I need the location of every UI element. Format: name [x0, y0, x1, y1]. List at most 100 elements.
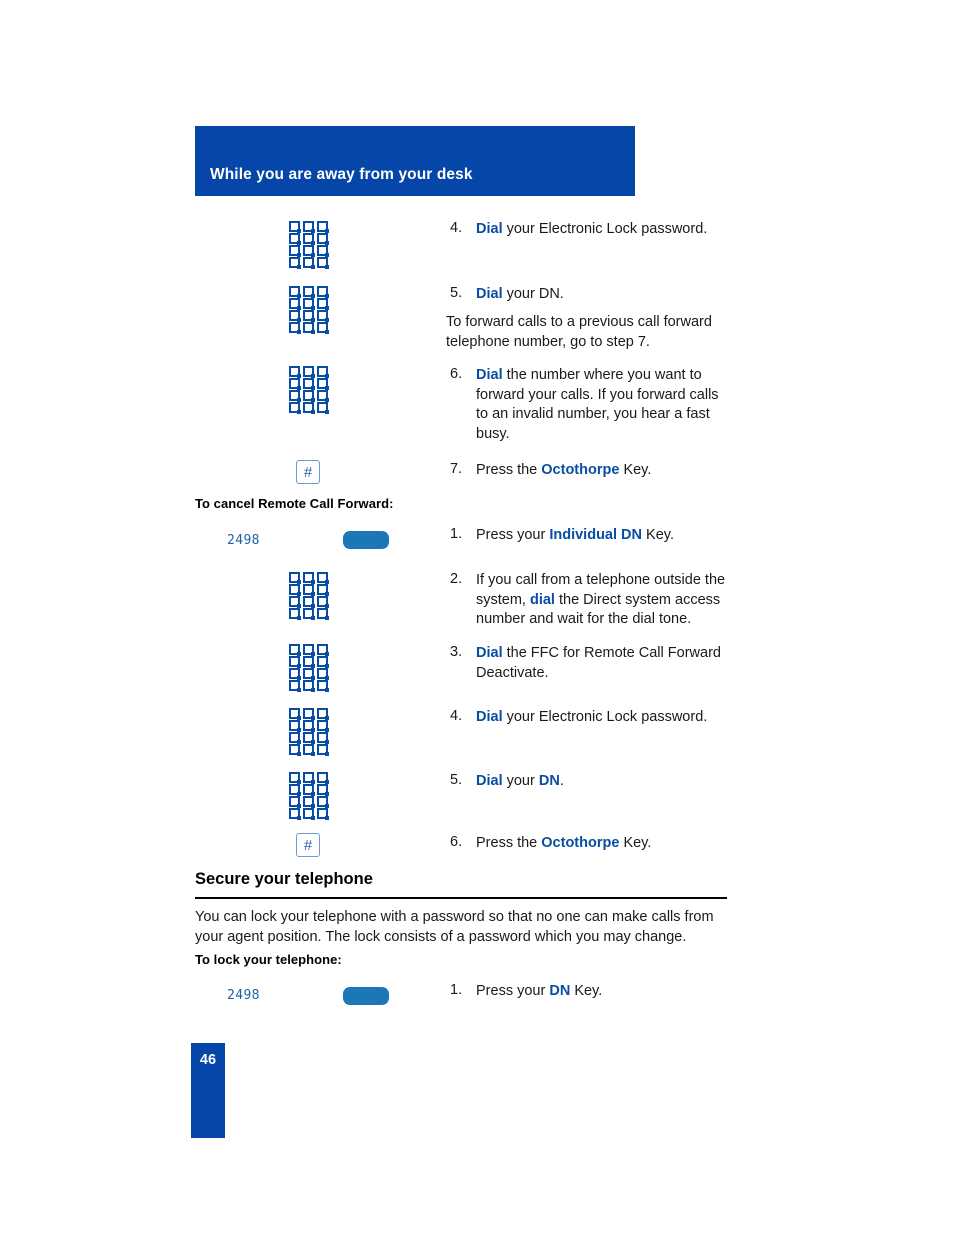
keypad-key: [289, 656, 301, 668]
step-text: Press your DN Key.: [476, 982, 748, 1002]
keypad-key: [303, 233, 315, 245]
keypad-key: [317, 732, 329, 744]
step-text: Dial your Electronic Lock password.: [476, 708, 748, 728]
cancel-remote-call-forward-heading: To cancel Remote Call Forward:: [195, 496, 394, 511]
keypad-key: [289, 286, 301, 298]
keypad-key: [303, 656, 315, 668]
keyword-term: Dial: [476, 645, 503, 661]
step-text: Dial the FFC for Remote Call Forward Dea…: [476, 644, 734, 683]
keypad-key: [289, 298, 301, 310]
dn-key-label: 2498: [227, 988, 260, 1003]
keypad-key: [289, 644, 301, 656]
keypad-key: [289, 708, 301, 720]
keypad-key: [303, 772, 315, 784]
keyword-term: Individual DN: [549, 527, 642, 543]
keypad-key: [303, 644, 315, 656]
keypad-key: [317, 680, 329, 692]
keypad-key: [317, 286, 329, 298]
keyword-term: Octothorpe: [541, 835, 620, 851]
text-run: .: [559, 773, 564, 789]
keypad-icon: [289, 644, 329, 692]
page-header-title: While you are away from your desk: [210, 166, 473, 183]
keypad-key: [289, 584, 301, 596]
keypad-key: [303, 221, 315, 233]
keypad-key: [317, 644, 329, 656]
page-header-banner: While you are away from your desk: [195, 126, 635, 196]
keypad-key: [289, 245, 301, 257]
text-run: Press your: [476, 983, 550, 999]
step-number: 3.: [450, 644, 463, 660]
keypad-key: [303, 390, 315, 402]
keypad-key: [317, 796, 329, 808]
keypad-key: [317, 390, 329, 402]
keypad-key: [289, 596, 301, 608]
step-text: Dial your DN.: [476, 772, 748, 792]
step-note: To forward calls to a previous call forw…: [446, 314, 712, 350]
keypad-key: [303, 286, 315, 298]
keypad-key: [289, 808, 301, 820]
keypad-key: [289, 732, 301, 744]
text-run: Key.: [619, 835, 652, 851]
keypad-key: [303, 584, 315, 596]
keypad-key: [289, 572, 301, 584]
step-number: 7.: [450, 461, 463, 477]
keypad-key: [289, 720, 301, 732]
keyword-term: DN: [538, 773, 560, 789]
keypad-key: [289, 668, 301, 680]
dn-key-button[interactable]: [343, 987, 389, 1005]
dn-key-button[interactable]: [343, 531, 389, 549]
step-number: 4.: [450, 708, 463, 724]
keyword-term: Dial: [476, 773, 503, 789]
step-number: 5.: [450, 772, 463, 788]
keypad-key: [289, 221, 301, 233]
keypad-key: [289, 378, 301, 390]
text-run: the FFC for Remote Call Forward Deactiva…: [476, 645, 721, 681]
keypad-key: [317, 298, 329, 310]
keyword-term: Octothorpe: [541, 462, 620, 478]
keypad-icon: [289, 366, 329, 414]
keypad-key: [317, 310, 329, 322]
keyword-term: Dial: [476, 709, 503, 725]
keypad-key: [317, 221, 329, 233]
keypad-key: [289, 322, 301, 334]
octothorpe-icon: #: [296, 833, 320, 857]
text-run: Press your: [476, 527, 550, 543]
text-run: your: [502, 773, 539, 789]
keypad-key: [303, 322, 315, 334]
section-body-text: You can lock your telephone with a passw…: [195, 909, 714, 945]
keypad-icon: [289, 221, 329, 269]
text-run: Key.: [619, 462, 652, 478]
keypad-key: [303, 608, 315, 620]
keypad-key: [303, 720, 315, 732]
keypad-key: [303, 257, 315, 269]
section-divider: [195, 897, 727, 899]
keypad-key: [303, 298, 315, 310]
keypad-icon: [289, 708, 329, 756]
keyword-term: DN: [549, 983, 571, 999]
keypad-icon: [289, 286, 329, 334]
step-number: 5.: [450, 285, 463, 301]
keypad-key: [289, 744, 301, 756]
keypad-key: [303, 596, 315, 608]
keypad-key: [289, 608, 301, 620]
keypad-key: [303, 366, 315, 378]
step-number: 1.: [450, 526, 463, 542]
keypad-key: [303, 378, 315, 390]
keypad-key: [289, 257, 301, 269]
keypad-key: [303, 310, 315, 322]
text-run: Press the: [476, 835, 542, 851]
step-text: Press the Octothorpe Key.: [476, 461, 748, 481]
keypad-key: [289, 680, 301, 692]
keypad-key: [317, 366, 329, 378]
text-run: the number where you want to forward you…: [476, 367, 719, 442]
keyword-term: Dial: [476, 286, 503, 302]
keypad-key: [317, 572, 329, 584]
keypad-key: [317, 584, 329, 596]
keypad-key: [303, 732, 315, 744]
keypad-key: [303, 680, 315, 692]
keypad-key: [303, 708, 315, 720]
keypad-key: [289, 310, 301, 322]
keyword-term: Dial: [476, 221, 503, 237]
step-number: 6.: [450, 834, 463, 850]
keypad-key: [289, 402, 301, 414]
